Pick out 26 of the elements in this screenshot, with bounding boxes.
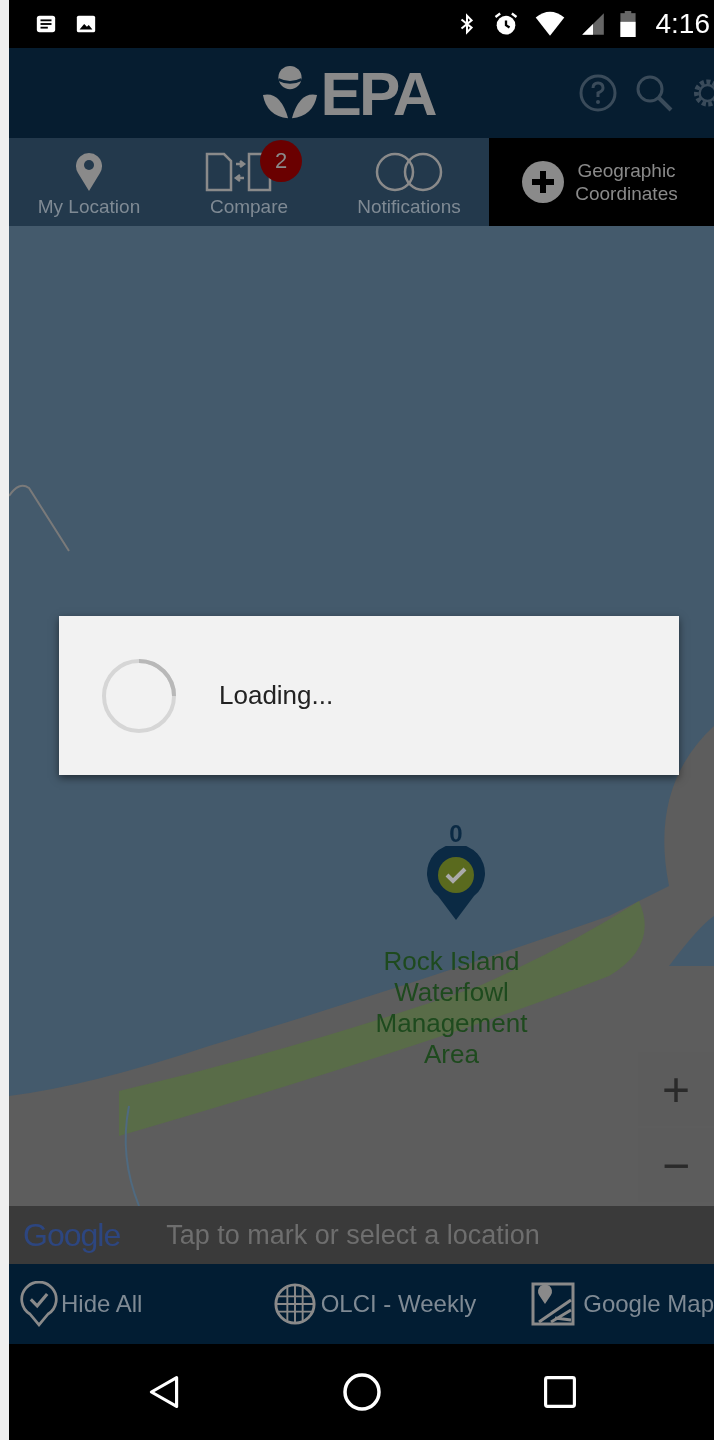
battery-icon bbox=[619, 11, 636, 37]
bottom-bar-button[interactable]: Hide All bbox=[19, 1281, 273, 1327]
bottom-bar-button[interactable]: OLCI - Weekly bbox=[272, 1282, 532, 1326]
two-rings-icon bbox=[373, 152, 445, 192]
map-marker-icon[interactable] bbox=[426, 846, 486, 920]
logo-text: EPA bbox=[320, 57, 435, 129]
location-pin-icon bbox=[74, 150, 104, 192]
loading-message: Loading... bbox=[219, 680, 334, 711]
recents-icon[interactable] bbox=[541, 1374, 578, 1410]
marker-count: 0 bbox=[449, 822, 463, 846]
tab[interactable]: My Location bbox=[9, 138, 169, 226]
tab[interactable]: Notifications bbox=[329, 138, 489, 226]
clock-time: 4:16 bbox=[655, 8, 710, 40]
cell-signal-icon bbox=[579, 11, 606, 37]
wifi-icon bbox=[533, 11, 566, 37]
check-pin-icon bbox=[19, 1281, 59, 1327]
place-label: Rock Island Waterfowl Management Area bbox=[374, 946, 529, 1070]
bottom-bar-button[interactable]: Google Map bbox=[531, 1282, 714, 1326]
map-pin-icon bbox=[531, 1282, 576, 1326]
plus-circle-icon bbox=[520, 160, 565, 204]
google-logo: Google bbox=[23, 1216, 121, 1254]
tab[interactable]: 2 Compare bbox=[169, 138, 329, 226]
globe-grid-icon bbox=[272, 1282, 317, 1326]
count-badge: 2 bbox=[260, 140, 302, 182]
tab[interactable]: Geographic Coordinates bbox=[489, 138, 714, 226]
home-icon[interactable] bbox=[341, 1372, 382, 1412]
